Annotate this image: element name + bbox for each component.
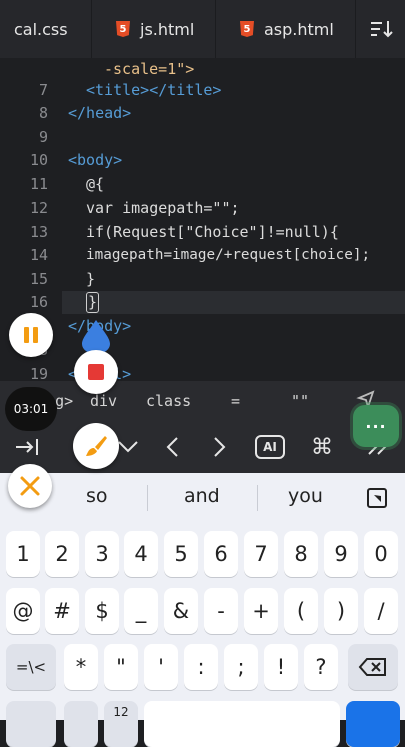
key[interactable]: ; [224,644,258,690]
ai-button[interactable]: AI [250,421,290,473]
prediction-word[interactable]: you [288,485,323,507]
key[interactable]: * [64,644,98,690]
tab-bar: cal.css 5 js.html 5 asp.html [0,0,405,58]
key[interactable]: & [164,588,198,634]
key[interactable]: 1 [6,531,40,577]
tab-asp-html[interactable]: 5 asp.html [216,0,356,58]
brush-button[interactable] [73,423,119,469]
tools-button[interactable] [8,464,52,508]
backspace-key[interactable] [348,644,398,690]
key[interactable]: 0 [364,531,398,577]
prediction-word[interactable]: so [86,485,108,507]
suggestion-item[interactable]: class [146,392,191,410]
tab-label: cal.css [14,19,68,39]
prediction-bar: so and you [0,473,405,523]
key[interactable]: ? [304,644,338,690]
chevron-right-icon [214,437,226,457]
code-line: 18 [0,339,405,362]
code-line: 14 imagepath=image/+request[choice]; [29,246,371,264]
html5-icon: 5 [116,21,130,37]
sort-icon [370,21,393,38]
tab-cal-css[interactable]: cal.css [0,0,92,58]
key[interactable]: - [204,588,238,634]
tab-key-icon [16,439,38,455]
code-line: 16} [29,292,100,313]
chevron-left-icon [166,437,178,457]
code-line: -scale=1"> [104,60,195,78]
code-line: 17</body> [0,315,405,338]
recording-timer: 03:01 [5,387,57,431]
key[interactable]: : [184,644,218,690]
pause-icon [24,327,38,343]
code-line: 10 <body> [29,151,123,169]
chat-dots-icon: ··· [365,416,387,436]
code-editor[interactable]: -scale=1"> 7 <title></title> 8 </head> 9 1… [0,58,405,383]
code-line: 7 <title></title> [38,81,222,99]
stop-icon [88,364,104,380]
key[interactable]: 8 [284,531,318,577]
key[interactable]: ) [324,588,358,634]
chevron-down-icon [118,441,138,453]
stop-record-button[interactable] [74,350,118,394]
code-line: 11 @{ [29,175,105,193]
key-numbers[interactable]: 12 [104,701,138,747]
code-line: 15} [29,270,96,288]
key[interactable]: 3 [85,531,119,577]
clipboard-icon[interactable] [366,487,388,514]
sort-button[interactable] [356,0,405,58]
tab-label: asp.html [264,19,334,39]
code-line: 9 [38,128,48,146]
cursor-right-button[interactable] [200,421,240,473]
tab-js-html[interactable]: 5 js.html [92,0,216,58]
code-line: 8 </head> [38,104,132,122]
command-icon: ⌘ [311,434,333,460]
enter-key[interactable] [346,701,400,747]
key[interactable]: 9 [324,531,358,577]
key[interactable]: 5 [164,531,198,577]
key[interactable]: $ [85,588,119,634]
pause-button[interactable] [9,313,53,357]
suggestion-item[interactable]: "" [291,392,309,410]
drag-handle[interactable] [79,318,113,354]
editor-toolbar: AI ⌘ [0,421,405,473]
key[interactable]: ! [264,644,298,690]
key[interactable]: + [244,588,278,634]
cursor-left-button[interactable] [152,421,192,473]
tools-icon [20,476,40,496]
chat-fab-button[interactable]: ··· [353,405,399,447]
key[interactable]: " [104,644,138,690]
key[interactable]: @ [6,588,40,634]
text-cursor: } [86,292,100,313]
key[interactable]: # [45,588,79,634]
key[interactable]: 7 [244,531,278,577]
ai-icon: AI [255,435,285,459]
command-button[interactable]: ⌘ [302,421,342,473]
key[interactable]: ' [144,644,178,690]
droplet-icon [82,320,110,354]
key[interactable]: 6 [204,531,238,577]
suggestion-bar: <tag> div class = "" [0,381,405,421]
code-line: 13 if(Request["Choice"]!=null){ [29,223,339,241]
backspace-icon [358,658,386,676]
suggestion-item[interactable]: div [90,392,117,410]
key[interactable]: 4 [124,531,158,577]
key-symbols-toggle[interactable]: =\< [6,644,56,690]
key[interactable] [64,701,98,747]
brush-icon [86,436,107,456]
tab-label: js.html [140,19,195,39]
html5-icon: 5 [240,21,254,37]
space-key[interactable] [144,701,340,747]
key[interactable]: / [364,588,398,634]
keyboard: so and you 1 2 3 4 5 6 7 8 9 0 @ # $ _ &… [0,473,405,747]
prediction-word[interactable]: and [184,485,220,507]
suggestion-item[interactable]: = [231,392,240,410]
key[interactable]: 2 [45,531,79,577]
key[interactable] [6,701,56,747]
key[interactable]: ( [284,588,318,634]
code-line: 12 var imagepath=""; [29,199,240,217]
key[interactable]: _ [124,588,158,634]
